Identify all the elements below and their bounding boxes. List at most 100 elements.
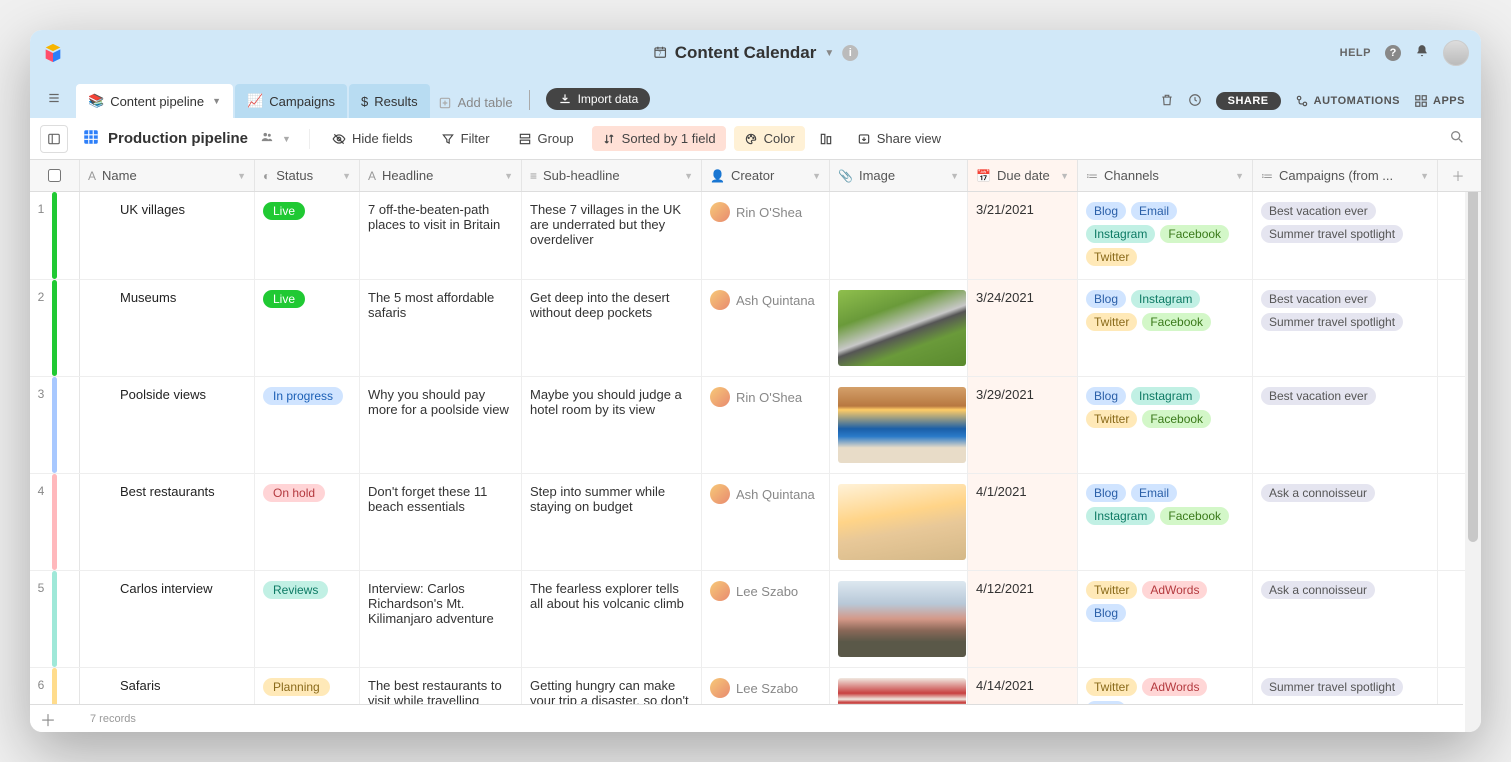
table-row[interactable]: 2 Museums Live The 5 most affordable saf… <box>30 280 1481 377</box>
cell-campaigns[interactable]: Best vacation everSummer travel spotligh… <box>1253 280 1438 376</box>
app-logo[interactable] <box>42 42 64 64</box>
share-view-button[interactable]: Share view <box>847 126 951 151</box>
cell-name[interactable]: Carlos interview <box>80 571 255 667</box>
column-header-status[interactable]: ◐Status▼ <box>255 160 360 191</box>
help-link[interactable]: HELP <box>1340 47 1371 59</box>
cell-due-date[interactable]: 4/1/2021 <box>968 474 1078 570</box>
view-switcher[interactable]: Production pipeline ▼ <box>76 128 297 150</box>
cell-headline[interactable]: 7 off-the-beaten-path places to visit in… <box>360 192 522 279</box>
bell-icon[interactable] <box>1415 44 1429 63</box>
history-icon[interactable] <box>1188 93 1202 110</box>
row-height-button[interactable] <box>813 127 839 151</box>
column-header-creator[interactable]: 👤Creator▼ <box>702 160 830 191</box>
cell-status[interactable]: Live <box>255 192 360 279</box>
cell-headline[interactable]: The 5 most affordable safaris <box>360 280 522 376</box>
topbar-right: HELP ? <box>1340 40 1469 66</box>
color-button[interactable]: Color <box>734 126 805 151</box>
filter-button[interactable]: Filter <box>431 126 500 151</box>
cell-image[interactable] <box>830 474 968 570</box>
cell-due-date[interactable]: 3/24/2021 <box>968 280 1078 376</box>
row-number[interactable]: 5 <box>30 571 80 667</box>
cell-creator[interactable]: Lee Szabo <box>702 571 830 667</box>
cell-channels[interactable]: BlogEmailInstagramFacebookTwitter <box>1078 192 1253 279</box>
sidebar-toggle-icon[interactable] <box>40 125 68 153</box>
cell-image[interactable] <box>830 280 968 376</box>
cell-due-date[interactable]: 3/21/2021 <box>968 192 1078 279</box>
row-number[interactable]: 2 <box>30 280 80 376</box>
cell-subheadline[interactable]: Maybe you should judge a hotel room by i… <box>522 377 702 473</box>
cell-channels[interactable]: TwitterAdWordsBlog <box>1078 571 1253 667</box>
add-record-button[interactable]: ＋ <box>40 707 70 731</box>
cell-subheadline[interactable]: Step into summer while staying on budget <box>522 474 702 570</box>
cell-name[interactable]: Poolside views <box>80 377 255 473</box>
cell-channels[interactable]: BlogInstagramTwitterFacebook <box>1078 377 1253 473</box>
cell-status[interactable]: On hold <box>255 474 360 570</box>
cell-name[interactable]: Museums <box>80 280 255 376</box>
table-tab[interactable]: $Results <box>349 84 430 118</box>
column-header-image[interactable]: 📎Image▼ <box>830 160 968 191</box>
column-header-due-date[interactable]: 📅Due date▼ <box>968 160 1078 191</box>
user-avatar[interactable] <box>1443 40 1469 66</box>
cell-subheadline[interactable]: Get deep into the desert without deep po… <box>522 280 702 376</box>
search-icon[interactable] <box>1443 123 1471 154</box>
cell-creator[interactable]: Rin O'Shea <box>702 377 830 473</box>
people-icon <box>260 130 274 148</box>
cell-creator[interactable]: Rin O'Shea <box>702 192 830 279</box>
cell-name[interactable]: UK villages <box>80 192 255 279</box>
cell-due-date[interactable]: 4/12/2021 <box>968 571 1078 667</box>
cell-status[interactable]: Live <box>255 280 360 376</box>
cell-creator[interactable]: Ash Quintana <box>702 280 830 376</box>
row-number[interactable]: 4 <box>30 474 80 570</box>
trash-icon[interactable] <box>1160 93 1174 110</box>
cell-subheadline[interactable]: The fearless explorer tells all about hi… <box>522 571 702 667</box>
info-icon[interactable]: i <box>842 45 858 61</box>
apps-button[interactable]: APPS <box>1414 94 1465 108</box>
column-header-subheadline[interactable]: ≡Sub-headline▼ <box>522 160 702 191</box>
cell-creator[interactable]: Ash Quintana <box>702 474 830 570</box>
table-row[interactable]: 1 UK villages Live 7 off-the-beaten-path… <box>30 192 1481 280</box>
import-data-button[interactable]: Import data <box>546 88 651 110</box>
cell-headline[interactable]: Interview: Carlos Richardson's Mt. Kilim… <box>360 571 522 667</box>
column-header-name[interactable]: AName▼ <box>80 160 255 191</box>
cell-channels[interactable]: BlogInstagramTwitterFacebook <box>1078 280 1253 376</box>
topbar: 7 Content Calendar ▼ i HELP ? <box>30 30 1481 76</box>
table-row[interactable]: 4 Best restaurants On hold Don't forget … <box>30 474 1481 571</box>
avatar <box>710 678 730 698</box>
automations-button[interactable]: AUTOMATIONS <box>1295 94 1400 108</box>
hide-fields-button[interactable]: Hide fields <box>322 126 423 151</box>
base-title-wrap[interactable]: 7 Content Calendar ▼ i <box>653 43 859 63</box>
cell-due-date[interactable]: 3/29/2021 <box>968 377 1078 473</box>
column-header-campaigns[interactable]: ≔Campaigns (from ...▼ <box>1253 160 1438 191</box>
table-row[interactable]: 5 Carlos interview Reviews Interview: Ca… <box>30 571 1481 668</box>
cell-campaigns[interactable]: Ask a connoisseur <box>1253 571 1438 667</box>
help-icon[interactable]: ? <box>1385 45 1401 61</box>
cell-name[interactable]: Best restaurants <box>80 474 255 570</box>
cell-subheadline[interactable]: These 7 villages in the UK are underrate… <box>522 192 702 279</box>
add-table-button[interactable]: Add table <box>432 95 519 110</box>
share-button[interactable]: SHARE <box>1216 92 1281 110</box>
group-button[interactable]: Group <box>508 126 584 151</box>
cell-campaigns[interactable]: Best vacation everSummer travel spotligh… <box>1253 192 1438 279</box>
vertical-scrollbar[interactable] <box>1465 160 1481 732</box>
cell-image[interactable] <box>830 571 968 667</box>
cell-campaigns[interactable]: Ask a connoisseur <box>1253 474 1438 570</box>
column-header-headline[interactable]: AHeadline▼ <box>360 160 522 191</box>
cell-image[interactable] <box>830 192 968 279</box>
cell-status[interactable]: Reviews <box>255 571 360 667</box>
select-all-checkbox[interactable] <box>30 160 80 191</box>
cell-status[interactable]: In progress <box>255 377 360 473</box>
row-number[interactable]: 1 <box>30 192 80 279</box>
cell-headline[interactable]: Why you should pay more for a poolside v… <box>360 377 522 473</box>
cell-channels[interactable]: BlogEmailInstagramFacebook <box>1078 474 1253 570</box>
table-tab[interactable]: 📈Campaigns <box>235 84 347 118</box>
table-row[interactable]: 3 Poolside views In progress Why you sho… <box>30 377 1481 474</box>
table-tab[interactable]: 📚Content pipeline▼ <box>76 84 233 118</box>
cell-headline[interactable]: Don't forget these 11 beach essentials <box>360 474 522 570</box>
cell-campaigns[interactable]: Best vacation ever <box>1253 377 1438 473</box>
add-column-button[interactable]: ＋ <box>1438 160 1478 191</box>
hamburger-icon[interactable] <box>38 82 70 114</box>
cell-image[interactable] <box>830 377 968 473</box>
column-header-channels[interactable]: ≔Channels▼ <box>1078 160 1253 191</box>
sort-button[interactable]: Sorted by 1 field <box>592 126 726 151</box>
row-number[interactable]: 3 <box>30 377 80 473</box>
